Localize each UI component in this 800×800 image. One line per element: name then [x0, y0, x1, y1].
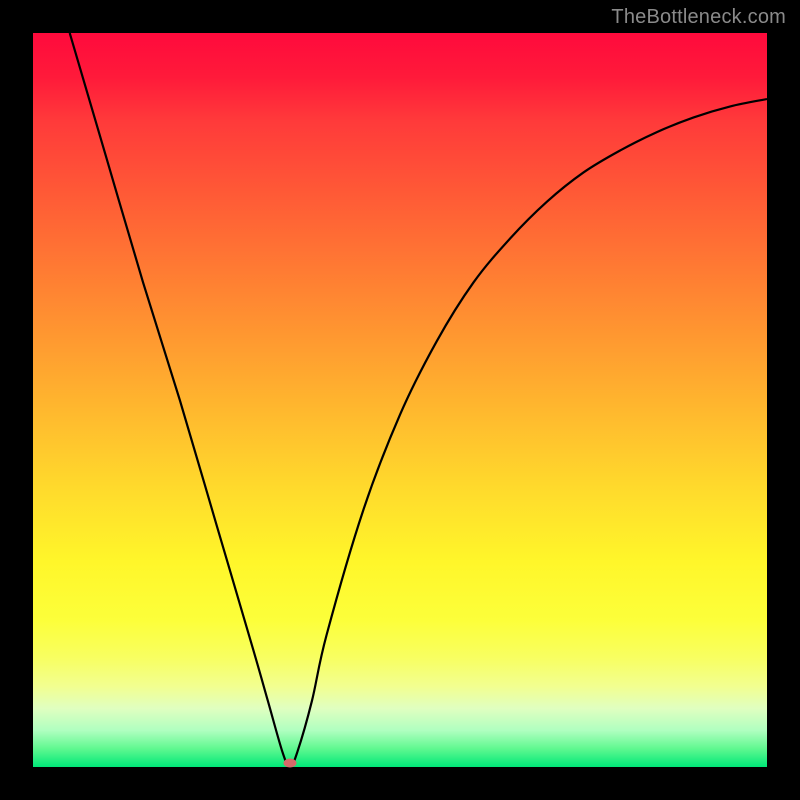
optimum-marker [283, 759, 296, 768]
bottleneck-curve [33, 33, 767, 767]
plot-area [33, 33, 767, 767]
watermark-text: TheBottleneck.com [611, 6, 786, 29]
